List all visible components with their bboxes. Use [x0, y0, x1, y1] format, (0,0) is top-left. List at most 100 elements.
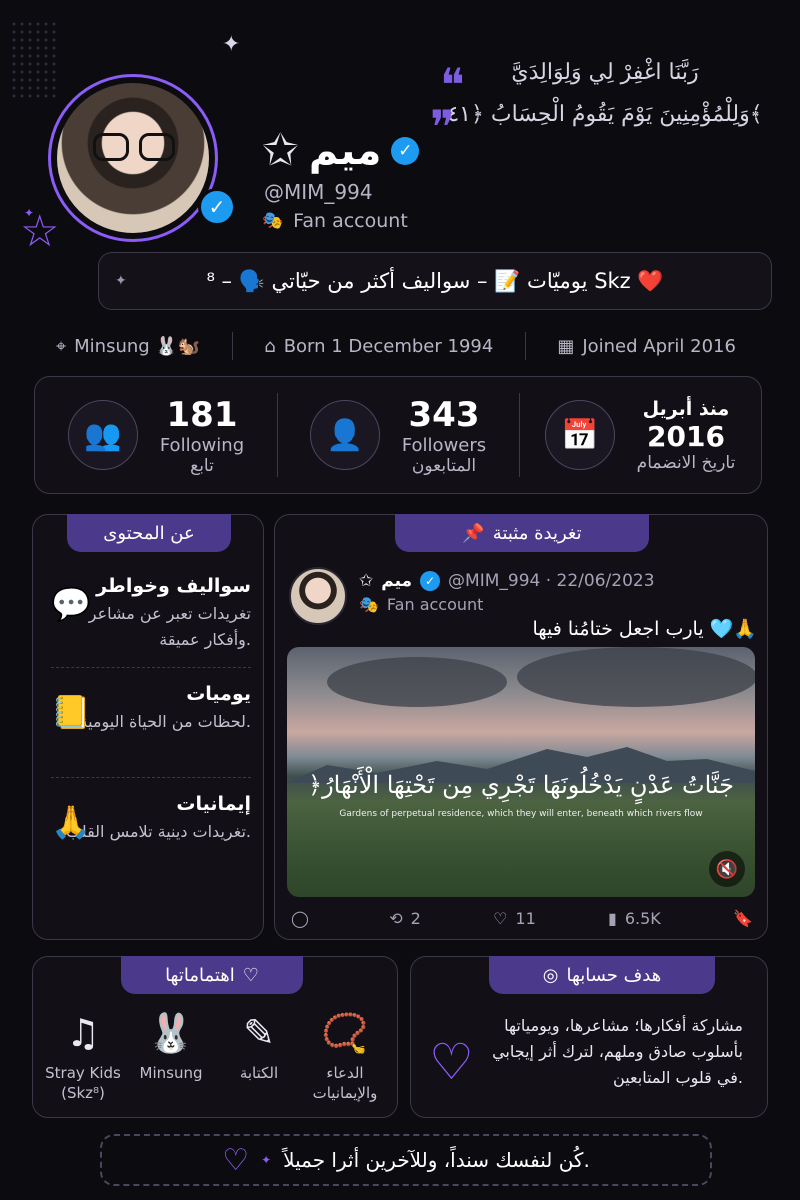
pin-icon: 📌: [462, 522, 485, 544]
interest-label: Minsung: [139, 1064, 203, 1082]
praying-hands-icon: 🙏: [51, 803, 91, 841]
followers-label-ar: المتابعون: [411, 455, 477, 476]
quote-line-1: رَبَّنَا اغْفِرْ لِي وَلِوَالِدَيَّ: [511, 60, 699, 85]
star-icon: ✩: [359, 571, 374, 591]
interest-label: Stray Kids (Skz⁸): [45, 1064, 121, 1102]
tweet-text: يارب اجعل ختامُنا فيها 🩵🙏: [532, 618, 757, 640]
location-pin-icon: ⌖: [56, 335, 67, 357]
fan-account-row: 🎭 Fan account: [262, 210, 408, 232]
bio-box: ✦ يوميّات 📝 – سواليف أكثر من حيّاتي 🗣️ –…: [98, 252, 772, 310]
reply-button[interactable]: ◯: [291, 909, 317, 928]
sparkle-icon: ✦: [261, 1153, 272, 1167]
retweet-count: 2: [410, 909, 421, 928]
person-icon: 👤: [309, 400, 380, 470]
interests-panel: اهتماماتها ♡ ♫ Stray Kids (Skz⁸) 🐰 Minsu…: [32, 956, 398, 1118]
theater-mask-icon: 🎭: [262, 211, 284, 231]
star-icon: ✩: [262, 125, 299, 176]
tweet-fan-row: 🎭 Fan account: [359, 595, 483, 614]
about-tab: عن المحتوى: [67, 514, 231, 552]
divider: [51, 667, 251, 668]
retweet-icon: ⟲: [389, 909, 403, 928]
notebook-icon: 📒: [51, 693, 91, 731]
calendar-grid-icon: 📅: [544, 400, 615, 470]
display-name: ميم: [308, 128, 382, 174]
bookmark-icon: 🔖: [733, 909, 753, 928]
name-row: ✩ ميم ✓: [262, 125, 420, 176]
tweet-card[interactable]: ✩ ميم ✓ @MIM_994 · 22/06/2023 🎭 Fan acco…: [275, 553, 769, 941]
interest-label: الكتابة: [239, 1064, 279, 1082]
verified-check-icon: ✓: [391, 137, 420, 165]
following-label: Following: [159, 434, 245, 456]
goal-text: مشاركة أفكارها؛ مشاعرها، ويومياتها بأسلو…: [492, 1016, 743, 1087]
heart-outline-icon: ♡: [429, 1033, 474, 1091]
about-item: 📒 يوميات لحظات من الحياة اليومية.: [51, 683, 251, 735]
bar-chart-icon: ▮: [608, 909, 617, 928]
stats-panel: 👥 181 Following تابع 👤 343 Followers الم…: [34, 376, 762, 494]
views-button[interactable]: ▮ 6.5K: [608, 909, 661, 928]
speech-bubble-icon: 💬: [51, 585, 91, 623]
divider: [231, 332, 233, 360]
retweet-button[interactable]: ⟲ 2: [389, 909, 421, 928]
tweet-media[interactable]: ﴿جَنَّاتُ عَدْنٍ يَدْخُلُونَهَا تَجْرِي …: [287, 647, 755, 897]
following-stat[interactable]: 👥 181 Following تابع: [35, 377, 277, 493]
reply-icon: ◯: [291, 909, 309, 928]
tweet-handle-date: @MIM_994 · 22/06/2023: [448, 571, 655, 591]
prayer-beads-icon: 📿: [321, 1011, 369, 1055]
tweet-header: ✩ ميم ✓ @MIM_994 · 22/06/2023: [359, 571, 655, 591]
heart-outline-icon: ♡: [222, 1142, 250, 1178]
about-item: 💬 سواليف وخواطر تغريدات تعبر عن مشاعر وأ…: [51, 575, 251, 653]
mute-icon[interactable]: 🔇: [709, 851, 745, 887]
heart-outline-icon: ♡: [242, 964, 259, 986]
interests-title: اهتماماتها: [165, 964, 235, 986]
like-button[interactable]: ♡ 11: [493, 909, 536, 928]
rabbit-icon: 🐰: [147, 1011, 195, 1055]
born-item: ⌂ Born 1 December 1994: [264, 336, 493, 357]
like-count: 11: [515, 909, 536, 928]
pinned-title: تغريدة مثبتة: [492, 522, 582, 544]
bookmark-button[interactable]: 🔖: [733, 909, 753, 928]
bio-text: يوميّات 📝 – سواليف أكثر من حيّاتي 🗣️ – ⁸…: [206, 268, 664, 293]
about-panel: عن المحتوى 💬 سواليف وخواطر تغريدات تعبر …: [32, 514, 264, 940]
goal-title: هدف حسابها: [566, 964, 662, 986]
profile-avatar[interactable]: ✓: [48, 74, 238, 242]
cloud: [327, 657, 507, 707]
interest-item: ✎ الكتابة: [219, 1011, 299, 1083]
followers-count: 343: [408, 394, 480, 435]
cake-icon: ⌂: [264, 335, 276, 357]
tweet-fan-label: Fan account: [386, 595, 484, 614]
sparkle-icon: ✦: [115, 273, 127, 289]
theater-mask-icon: 🎭: [359, 595, 379, 614]
divider: [51, 777, 251, 778]
join-year: 2016: [647, 419, 725, 453]
handle: @MIM_994: [264, 180, 373, 204]
media-verse-translation: Gardens of perpetual residence, which th…: [339, 809, 703, 819]
footer-quote-box: ♡ ✦ كُن لنفسك سنداً، وللآخرين أثرا جميلا…: [100, 1134, 712, 1186]
cloud: [517, 647, 755, 707]
join-since: منذ أبريل: [642, 397, 730, 420]
interest-item: 📿 الدعاء والإيمانيات: [305, 1011, 385, 1103]
verified-check-icon: ✓: [420, 571, 441, 591]
following-label-ar: تابع: [190, 455, 214, 476]
followers-label: Followers: [401, 434, 487, 456]
media-verse: ﴿جَنَّاتُ عَدْنٍ يَدْخُلُونَهَا تَجْرِي …: [308, 771, 734, 799]
about-item: 🙏 إيمانيات تغريدات دينية تلامس القلب.: [51, 793, 251, 845]
interest-item: 🐰 Minsung: [131, 1011, 211, 1083]
followers-stat[interactable]: 👤 343 Followers المتابعون: [277, 377, 519, 493]
calendar-icon: ▦: [557, 335, 575, 357]
joined-text: Joined April 2016: [582, 335, 736, 357]
meta-row: ⌖ Minsung 🐰🐿️ ⌂ Born 1 December 1994 ▦ J…: [56, 330, 736, 362]
fan-account-label: Fan account: [293, 210, 408, 232]
pinned-tweet-panel: 📌 تغريدة مثبتة ✩ ميم ✓ @MIM_994 · 22/06/…: [274, 514, 768, 940]
interests-tab: اهتماماتها ♡: [121, 956, 303, 994]
target-icon: ◎: [542, 964, 559, 986]
pen-icon: ✎: [243, 1011, 275, 1055]
quote-close-icon: ❞: [430, 100, 455, 154]
about-title: عن المحتوى: [103, 522, 195, 544]
tweet-actions: ◯ ⟲ 2 ♡ 11 ▮ 6.5K 🔖: [291, 909, 753, 928]
views-count: 6.5K: [624, 909, 661, 928]
join-date-stat: 📅 منذ أبريل 2016 تاريخ الانضمام: [519, 377, 761, 493]
sparkle-icon: ✦: [222, 32, 241, 57]
joined-item: ▦ Joined April 2016: [557, 336, 736, 357]
tweet-avatar[interactable]: [289, 567, 347, 625]
verified-badge-icon: ✓: [198, 188, 236, 226]
